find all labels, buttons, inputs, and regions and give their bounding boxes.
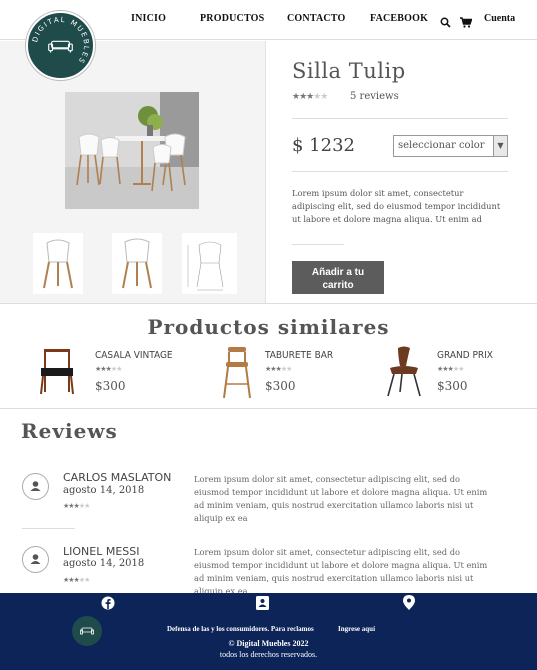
color-select[interactable]: seleccionar color ▼ [393, 135, 508, 157]
divider [292, 171, 508, 172]
section-divider [0, 408, 537, 409]
chevron-down-icon: ▼ [493, 136, 507, 156]
avatar [22, 546, 49, 573]
section-divider [0, 303, 537, 304]
product-description: Lorem ipsum dolor sit amet, consectetur … [292, 188, 501, 224]
cart-icon[interactable] [460, 13, 473, 32]
avatar [22, 473, 49, 500]
similar-product-rating: ★★★★★ [265, 365, 292, 373]
review-rating: ★★★★★ [63, 576, 90, 584]
product-thumbnail[interactable] [182, 233, 237, 294]
reviews-count-link[interactable]: 5 reviews [350, 91, 399, 102]
product-thumbnail[interactable] [33, 233, 83, 294]
similar-product-price: $300 [265, 379, 296, 393]
facebook-icon[interactable] [101, 595, 115, 614]
similar-product-rating: ★★★★★ [437, 365, 464, 373]
similar-product-name[interactable]: GRAND PRIX [437, 350, 493, 361]
location-icon[interactable] [403, 595, 415, 614]
similar-product-price: $300 [95, 379, 126, 393]
review-rating: ★★★★★ [63, 502, 90, 510]
reviewer-name: LIONEL MESSI [63, 545, 140, 558]
nav-contacto[interactable]: CONTACTO [287, 13, 345, 24]
product-rating-stars: ★★★★★ [292, 92, 328, 102]
similar-product-name[interactable]: TABURETE BAR [265, 350, 333, 361]
consumer-claims-link[interactable]: Ingrese aquí [338, 625, 375, 633]
rights-reserved-text: todos los derechos reservados. [219, 650, 318, 659]
site-logo[interactable]: DIGITAL MUEBLES [26, 11, 95, 80]
product-thumbnail[interactable] [112, 233, 162, 294]
divider [292, 118, 508, 119]
add-to-cart-button[interactable]: Añadir a tu carrito [292, 261, 384, 294]
similar-product-image[interactable] [210, 344, 266, 399]
consumer-rights-text: Defensa de las y los consumidores. Para … [167, 625, 314, 633]
similar-product-image[interactable] [376, 344, 432, 399]
reviews-title: Reviews [21, 419, 118, 443]
divider [22, 528, 75, 529]
copyright-text: © Digital Muebles 2022 [228, 639, 309, 648]
person-icon [30, 481, 41, 491]
similar-products-title: Productos similares [147, 315, 390, 339]
person-icon [30, 554, 41, 564]
nav-facebook[interactable]: FACEBOOK [370, 13, 428, 24]
reviewer-name: CARLOS MASLATON [63, 471, 172, 484]
nav-productos[interactable]: PRODUCTOS [200, 13, 264, 24]
review-date: agosto 14, 2018 [63, 485, 145, 496]
product-price: $ 1232 [292, 135, 355, 156]
similar-product-rating: ★★★★★ [95, 365, 122, 373]
review-date: agosto 14, 2018 [63, 558, 145, 569]
review-text: Lorem ipsum dolor sit amet, consectetur … [194, 474, 488, 523]
svg-text:DIGITAL MUEBLES: DIGITAL MUEBLES [30, 15, 91, 66]
product-title: Silla Tulip [292, 59, 406, 83]
similar-product-price: $300 [437, 379, 468, 393]
contact-card-icon[interactable] [256, 595, 269, 614]
review-text: Lorem ipsum dolor sit amet, consectetur … [194, 547, 488, 596]
divider [292, 244, 344, 245]
similar-product-image[interactable] [29, 344, 85, 399]
account-link[interactable]: Cuenta [484, 13, 515, 24]
search-icon[interactable] [440, 13, 451, 32]
product-main-image[interactable] [65, 92, 199, 209]
logo-text: DIGITAL MUEBLES [30, 15, 89, 66]
similar-product-name[interactable]: CASALA VINTAGE [95, 350, 173, 361]
sofa-icon [48, 40, 73, 53]
nav-inicio[interactable]: INICIO [131, 13, 166, 24]
color-select-value: seleccionar color [398, 140, 485, 151]
